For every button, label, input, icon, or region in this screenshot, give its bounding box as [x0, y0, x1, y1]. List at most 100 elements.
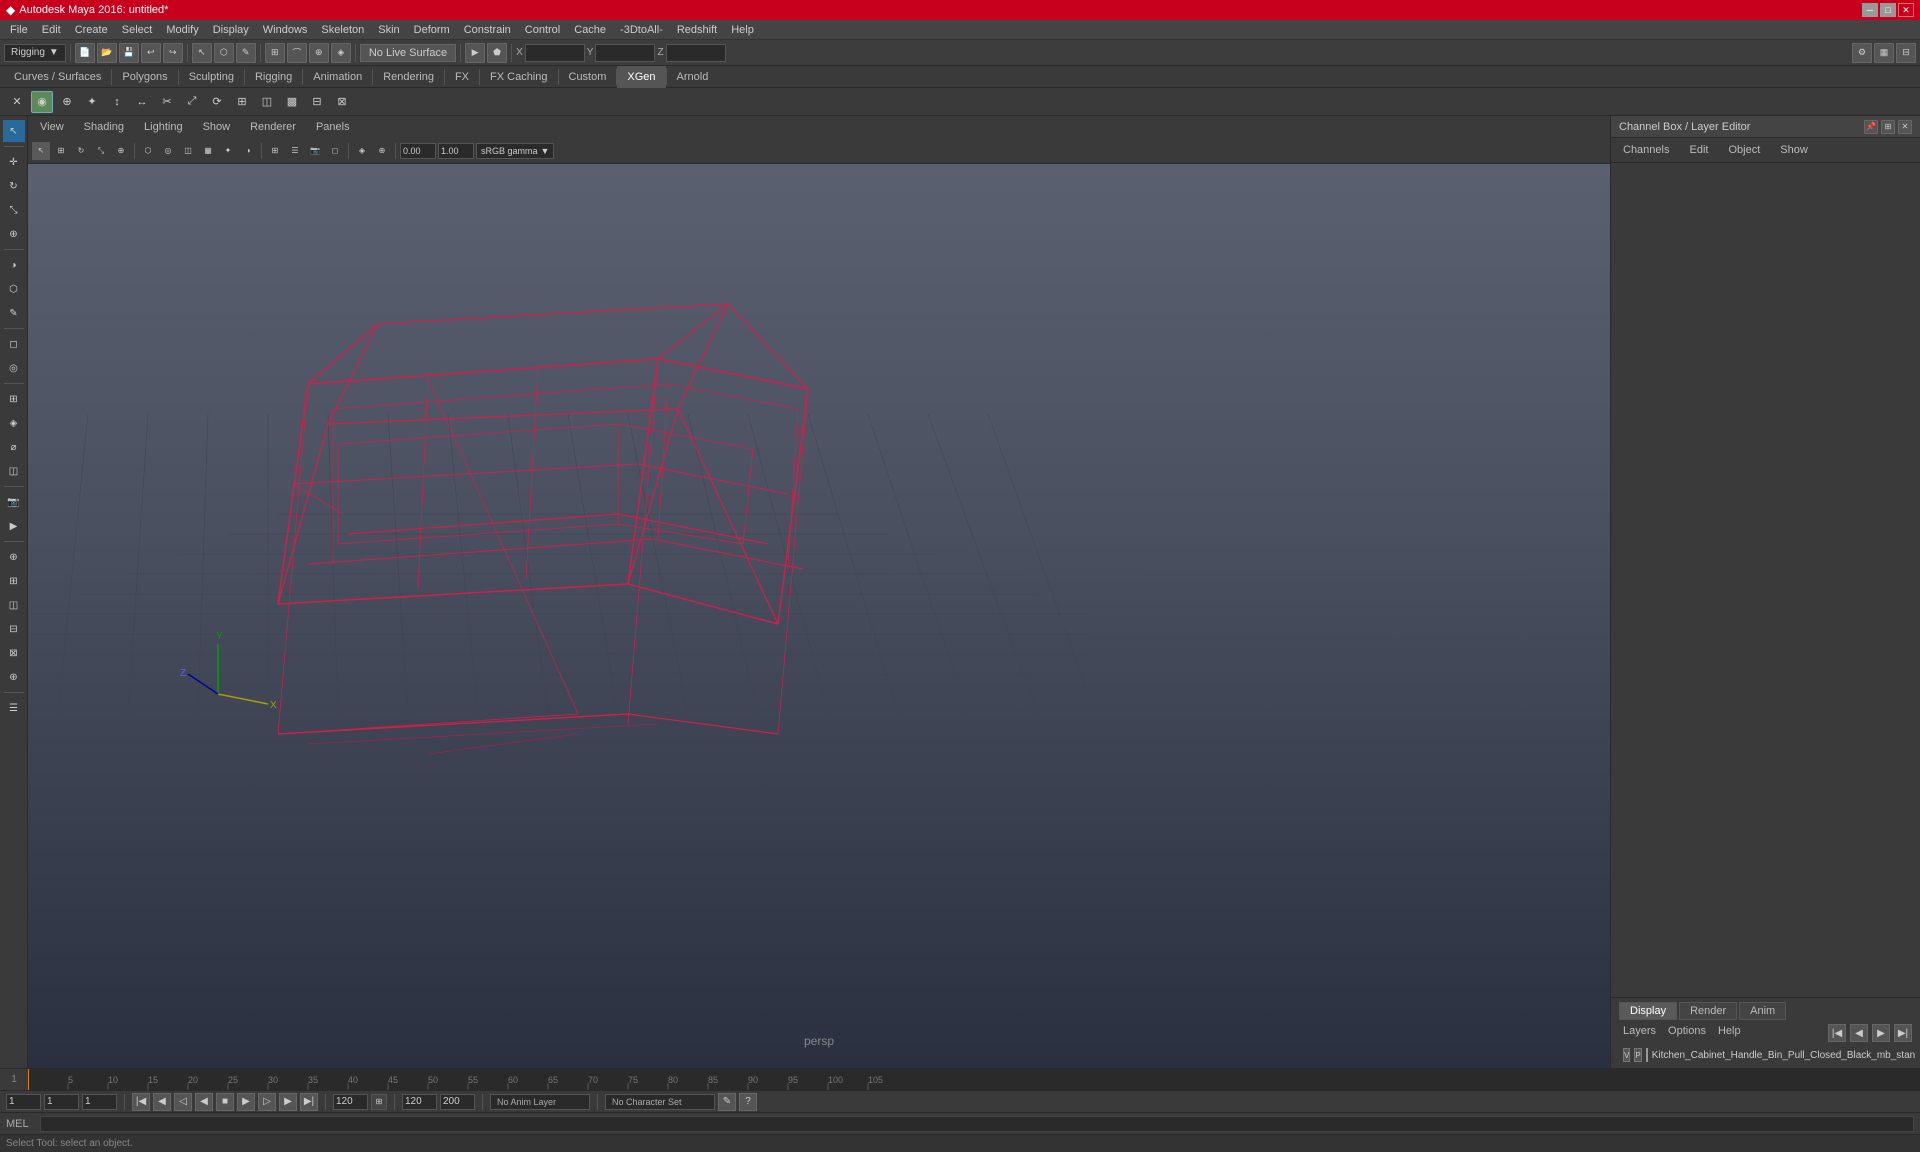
vp-tab-lighting[interactable]: Lighting — [136, 119, 191, 135]
close-button[interactable]: ✕ — [1898, 3, 1914, 17]
menu-skin[interactable]: Skin — [372, 22, 405, 38]
module-tab-custom[interactable]: Custom — [559, 66, 617, 88]
y-coord-field[interactable] — [595, 44, 655, 62]
module-tab-fxcaching[interactable]: FX Caching — [480, 66, 557, 88]
isolate[interactable]: ◎ — [3, 357, 25, 379]
play-end-field[interactable] — [402, 1094, 437, 1110]
module-tab-fx[interactable]: FX — [445, 66, 479, 88]
xgen-icon-11[interactable]: ◫ — [256, 91, 278, 113]
menu-3dtoall[interactable]: -3DtoAll- — [614, 22, 669, 38]
misc-tool-2[interactable]: ⊞ — [3, 570, 25, 592]
layer-p[interactable]: P — [1634, 1048, 1641, 1062]
vp-scale-btn[interactable]: ⤡ — [92, 142, 110, 160]
layout-btn[interactable]: ▦ — [1874, 43, 1894, 63]
end-frame-field[interactable] — [333, 1094, 368, 1110]
next-key-btn[interactable]: ▷ — [258, 1093, 276, 1111]
misc-tool-1[interactable]: ⊕ — [3, 546, 25, 568]
display-subtab-layers[interactable]: Layers — [1619, 1024, 1660, 1042]
menu-file[interactable]: File — [4, 22, 34, 38]
display-tab-render[interactable]: Render — [1679, 1002, 1737, 1020]
menu-select[interactable]: Select — [116, 22, 159, 38]
layer-back-btn[interactable]: |◀ — [1828, 1024, 1846, 1042]
gamma-val-field[interactable] — [438, 143, 474, 159]
cb-tab-edit[interactable]: Edit — [1681, 142, 1716, 158]
paint-tool[interactable]: ✎ — [3, 302, 25, 324]
xgen-icon-6[interactable]: ↔ — [131, 91, 153, 113]
module-tab-curves[interactable]: Curves / Surfaces — [4, 66, 111, 88]
scale-tool[interactable]: ⤡ — [3, 199, 25, 221]
xgen-icon-5[interactable]: ↕ — [106, 91, 128, 113]
render-btn[interactable]: ▶ — [465, 43, 485, 63]
vp-hud-btn[interactable]: ☰ — [286, 142, 304, 160]
undo-btn[interactable]: ↩ — [141, 43, 161, 63]
grid-snap[interactable]: ⊞ — [3, 388, 25, 410]
cb-tab-object[interactable]: Object — [1720, 142, 1768, 158]
vp-grid-btn[interactable]: ⊞ — [266, 142, 284, 160]
module-tab-polygons[interactable]: Polygons — [112, 66, 177, 88]
max-frame-field[interactable] — [440, 1094, 475, 1110]
rotate-tool[interactable]: ↻ — [3, 175, 25, 197]
vp-light-btn[interactable]: ✦ — [219, 142, 237, 160]
xgen-icon-9[interactable]: ⟳ — [206, 91, 228, 113]
menu-redshift[interactable]: Redshift — [671, 22, 723, 38]
xgen-icon-4[interactable]: ✦ — [81, 91, 103, 113]
vp-move-btn[interactable]: ⊞ — [52, 142, 70, 160]
render-preview[interactable]: ▶ — [3, 515, 25, 537]
menu-control[interactable]: Control — [519, 22, 566, 38]
go-to-start-btn[interactable]: |◀ — [132, 1093, 150, 1111]
maximize-button[interactable]: □ — [1880, 3, 1896, 17]
universal-manip[interactable]: ⊕ — [3, 223, 25, 245]
vp-render-region-btn[interactable]: ◈ — [353, 142, 371, 160]
layer-prev-btn[interactable]: ◀ — [1850, 1024, 1868, 1042]
menu-edit[interactable]: Edit — [36, 22, 67, 38]
vp-wire-btn[interactable]: ⬡ — [139, 142, 157, 160]
module-tab-sculpting[interactable]: Sculpting — [179, 66, 244, 88]
timeline[interactable]: 1 5 10 15 20 25 30 35 40 45 50 55 — [0, 1068, 1920, 1090]
vp-rotate-btn[interactable]: ↻ — [72, 142, 90, 160]
paint-select-btn[interactable]: ✎ — [236, 43, 256, 63]
redo-btn[interactable]: ↪ — [163, 43, 183, 63]
vp-resolution-btn[interactable]: ◻ — [326, 142, 344, 160]
settings-btn[interactable]: ⚙ — [1852, 43, 1872, 63]
layer-next-btn[interactable]: ▶ — [1872, 1024, 1890, 1042]
step-back-btn[interactable]: ◀ — [153, 1093, 171, 1111]
module-tab-arnold[interactable]: Arnold — [667, 66, 719, 88]
vp-camera-btn[interactable]: 📷 — [306, 142, 324, 160]
display-tab-display[interactable]: Display — [1619, 1002, 1677, 1020]
xgen-icon-7[interactable]: ✂ — [156, 91, 178, 113]
select-tool[interactable]: ↖ — [3, 120, 25, 142]
module-tab-xgen[interactable]: XGen — [617, 66, 665, 88]
vp-tab-show[interactable]: Show — [195, 119, 239, 135]
camera-tool[interactable]: 📷 — [3, 491, 25, 513]
show-hide[interactable]: ◻ — [3, 333, 25, 355]
module-tab-rigging[interactable]: Rigging — [245, 66, 302, 88]
snap-curve-btn[interactable]: ⌒ — [287, 43, 307, 63]
anim-layer-selector[interactable]: No Anim Layer — [490, 1094, 590, 1110]
cb-expand-btn[interactable]: ⊞ — [1881, 120, 1895, 134]
char-set-info-btn[interactable]: ? — [739, 1093, 757, 1111]
display-subtab-options[interactable]: Options — [1664, 1024, 1710, 1042]
character-set-selector[interactable]: No Character Set — [605, 1094, 715, 1110]
display-tab-anim[interactable]: Anim — [1739, 1002, 1786, 1020]
vp-flat-btn[interactable]: ◫ — [179, 142, 197, 160]
menu-skeleton[interactable]: Skeleton — [315, 22, 370, 38]
vp-snap-btn[interactable]: ⊕ — [373, 142, 391, 160]
menu-modify[interactable]: Modify — [160, 22, 204, 38]
menu-constrain[interactable]: Constrain — [458, 22, 517, 38]
3d-viewport[interactable]: X Y Z persp — [28, 164, 1610, 1068]
cb-close-btn[interactable]: ✕ — [1898, 120, 1912, 134]
play-fwd-btn[interactable]: ▶ — [237, 1093, 255, 1111]
module-tab-rendering[interactable]: Rendering — [373, 66, 444, 88]
step-fwd-btn[interactable]: ▶ — [279, 1093, 297, 1111]
xgen-icon-10[interactable]: ⊞ — [231, 91, 253, 113]
menu-windows[interactable]: Windows — [257, 22, 314, 38]
xgen-icon-13[interactable]: ⊟ — [306, 91, 328, 113]
bottom-tool[interactable]: ☰ — [3, 697, 25, 719]
vp-texture-btn[interactable]: ▦ — [199, 142, 217, 160]
timeline-bar[interactable]: 5 10 15 20 25 30 35 40 45 50 55 60 65 — [28, 1069, 1920, 1090]
misc-tool-4[interactable]: ⊟ — [3, 618, 25, 640]
vp-smooth-btn[interactable]: ◎ — [159, 142, 177, 160]
gamma-selector[interactable]: sRGB gamma ▼ — [476, 143, 554, 159]
display-subtab-help[interactable]: Help — [1714, 1024, 1745, 1042]
play-start-field[interactable] — [82, 1094, 117, 1110]
